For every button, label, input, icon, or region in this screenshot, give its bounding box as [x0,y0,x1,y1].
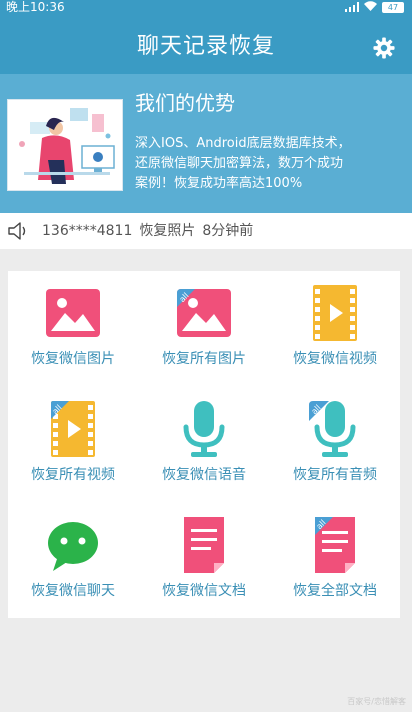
status-time: 晚上10:36 [6,0,65,14]
grid-item-label: 恢复微信图片 [31,351,115,367]
page-title: 聊天记录恢复 [136,34,275,59]
recover-wechat-videos[interactable]: 恢复微信视频 [270,271,400,387]
grid-item-label: 恢复所有图片 [162,351,246,367]
signal-icon [345,2,359,12]
video-all-icon: all [51,401,95,457]
banner-title: 我们的优势 [135,91,235,115]
wifi-icon [364,1,377,13]
banner-description: 深入IOS、Android底层数据库技术， 还原微信聊天加密算法，数万个成功 案… [135,134,405,194]
document-icon [184,517,224,573]
grid-item-label: 恢复微信视频 [293,351,377,367]
recover-all-audio[interactable]: all 恢复所有音频 [270,387,400,503]
grid-item-label: 恢复全部文档 [293,583,377,599]
grid-item-label: 恢复所有视频 [31,467,115,483]
advantage-banner[interactable]: 我们的优势 深入IOS、Android底层数据库技术， 还原微信聊天加密算法，数… [0,74,412,213]
battery-indicator: 47 [382,1,404,13]
recover-all-videos[interactable]: all 恢复所有视频 [8,387,138,503]
ticker-action: 恢复照片 [139,223,196,239]
recovery-ticker: 136****4811 恢复照片 8分钟前 [0,213,412,249]
wechat-icon [48,522,98,571]
recovery-grid: 恢复微信图片 all 恢复所有图片 恢复微信视频 all 恢复所有视频 恢复微信… [8,271,400,618]
mic-icon [183,401,225,457]
banner-illustration [7,99,123,191]
speaker-icon [8,222,26,240]
image-icon [46,289,100,337]
video-icon [313,285,357,341]
ticker-phone: 136****4811 [42,223,133,239]
recover-all-documents[interactable]: all 恢复全部文档 [270,503,400,619]
ticker-text: 136****4811 恢复照片 8分钟前 [42,222,253,240]
grid-item-label: 恢复微信文档 [162,583,246,599]
mic-all-icon: all [309,401,356,457]
settings-gear-icon[interactable] [373,37,395,59]
banner-desc-line: 深入IOS、Android底层数据库技术， [135,136,351,151]
image-all-icon: all [177,289,231,337]
recover-wechat-voice[interactable]: 恢复微信语音 [139,387,269,503]
status-bar: 晚上10:36 47 [0,0,412,16]
app-header: 晚上10:36 47 聊天记录恢复 [0,0,412,74]
banner-desc-line: 还原微信聊天加密算法，数万个成功 [135,156,344,171]
ticker-time: 8分钟前 [202,223,254,239]
banner-desc-line: 案例！恢复成功率高达100% [135,176,303,191]
watermark: 百家号/恋惜解客 [347,697,406,706]
grid-item-label: 恢复微信语音 [162,467,246,483]
document-all-icon: all [315,517,355,573]
recover-wechat-documents[interactable]: 恢复微信文档 [139,503,269,619]
recover-all-images[interactable]: all 恢复所有图片 [139,271,269,387]
status-icons: 47 [345,1,404,13]
recover-wechat-images[interactable]: 恢复微信图片 [8,271,138,387]
grid-item-label: 恢复所有音频 [293,467,377,483]
recover-wechat-chat[interactable]: 恢复微信聊天 [8,503,138,619]
grid-item-label: 恢复微信聊天 [31,583,115,599]
